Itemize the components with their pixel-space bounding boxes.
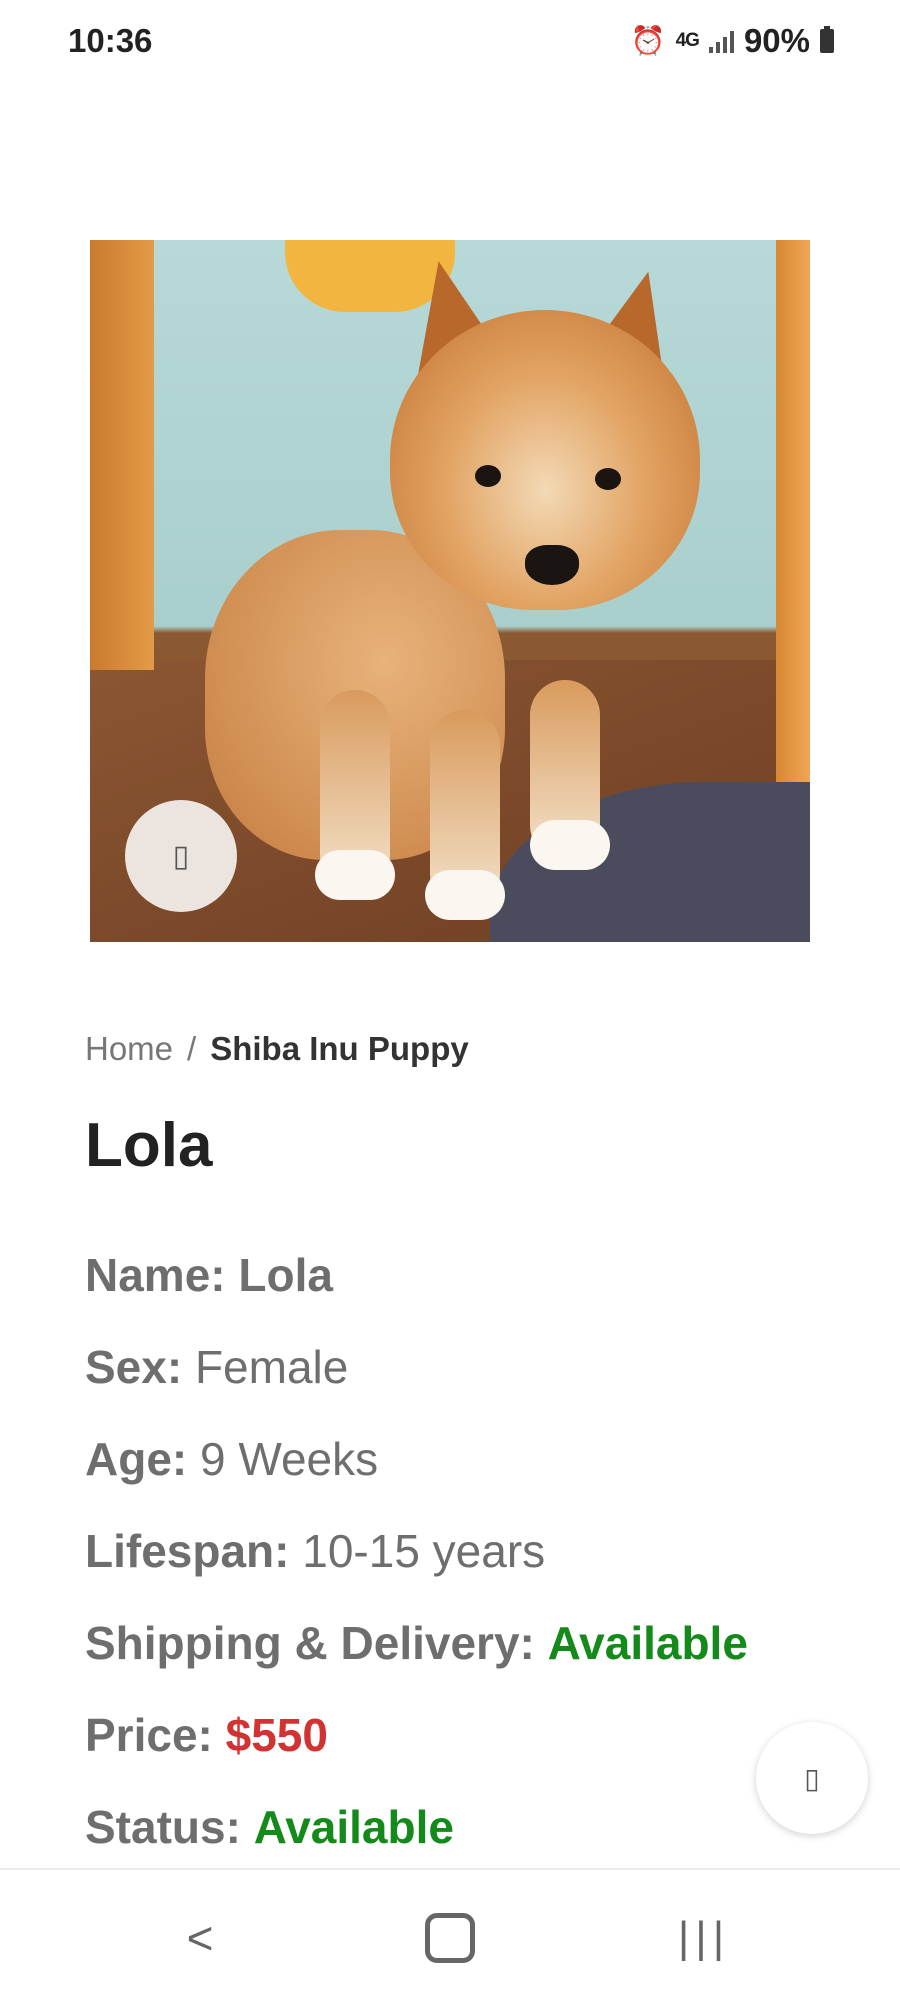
puppy-paw: [530, 820, 610, 870]
detail-lifespan: Lifespan: 10-15 years: [85, 1521, 845, 1613]
chat-icon: ▯: [804, 1762, 820, 1794]
back-icon: <: [186, 1912, 214, 1964]
signal-icon: [708, 29, 734, 53]
home-button[interactable]: [410, 1910, 490, 1966]
navigation-bar: < |||: [0, 1868, 900, 2002]
back-button[interactable]: <: [160, 1910, 240, 1966]
detail-age: Age: 9 Weeks: [85, 1429, 845, 1521]
image-zoom-button[interactable]: ▯: [125, 800, 237, 912]
detail-name-value: Lola: [238, 1249, 333, 1301]
puppy-paw: [425, 870, 505, 920]
detail-shipping-value: Available: [547, 1617, 748, 1669]
detail-name-label: Name:: [85, 1249, 226, 1301]
breadcrumb: Home / Shiba Inu Puppy: [85, 1030, 469, 1068]
status-icons: ⏰ 4G 90%: [631, 22, 834, 60]
recents-button[interactable]: |||: [664, 1910, 744, 1966]
breadcrumb-current: Shiba Inu Puppy: [210, 1030, 469, 1067]
detail-price-value: $550: [225, 1709, 328, 1761]
product-details: Name: Lola Sex: Female Age: 9 Weeks Life…: [85, 1245, 845, 1889]
detail-price-label: Price:: [85, 1709, 213, 1761]
breadcrumb-home-link[interactable]: Home: [85, 1030, 173, 1067]
detail-sex: Sex: Female: [85, 1337, 845, 1429]
detail-age-label: Age:: [85, 1433, 188, 1485]
floating-action-button[interactable]: ▯: [756, 1722, 868, 1834]
puppy-eye: [595, 468, 621, 490]
battery-percent: 90%: [743, 22, 810, 59]
detail-sex-value: Female: [194, 1341, 349, 1393]
pen-frame-right: [776, 240, 810, 800]
puppy-paw: [315, 850, 395, 900]
alarm-icon: ⏰: [630, 25, 666, 56]
puppy-nose: [525, 545, 579, 585]
detail-lifespan-label: Lifespan:: [85, 1525, 290, 1577]
status-time: 10:36: [68, 22, 153, 59]
detail-name: Name: Lola: [85, 1245, 845, 1337]
home-icon: [425, 1913, 475, 1963]
product-title: Lola: [85, 1111, 213, 1180]
breadcrumb-separator: /: [187, 1030, 197, 1067]
pen-frame-left: [90, 240, 154, 670]
detail-sex-label: Sex:: [85, 1341, 183, 1393]
puppy-eye: [475, 465, 501, 487]
detail-shipping: Shipping & Delivery: Available: [85, 1613, 845, 1705]
detail-status-label: Status:: [85, 1801, 241, 1853]
recents-icon: |||: [677, 1913, 731, 1962]
zoom-icon: ▯: [172, 839, 190, 873]
battery-icon: [820, 26, 834, 53]
detail-age-value: 9 Weeks: [200, 1433, 379, 1485]
detail-lifespan-value: 10-15 years: [302, 1525, 546, 1577]
detail-status-value: Available: [253, 1801, 454, 1853]
detail-price: Price: $550: [85, 1705, 845, 1797]
network-4g-icon: 4G: [675, 30, 700, 51]
status-bar: 10:36 ⏰ 4G 90%: [0, 0, 900, 86]
detail-shipping-label: Shipping & Delivery:: [85, 1617, 535, 1669]
